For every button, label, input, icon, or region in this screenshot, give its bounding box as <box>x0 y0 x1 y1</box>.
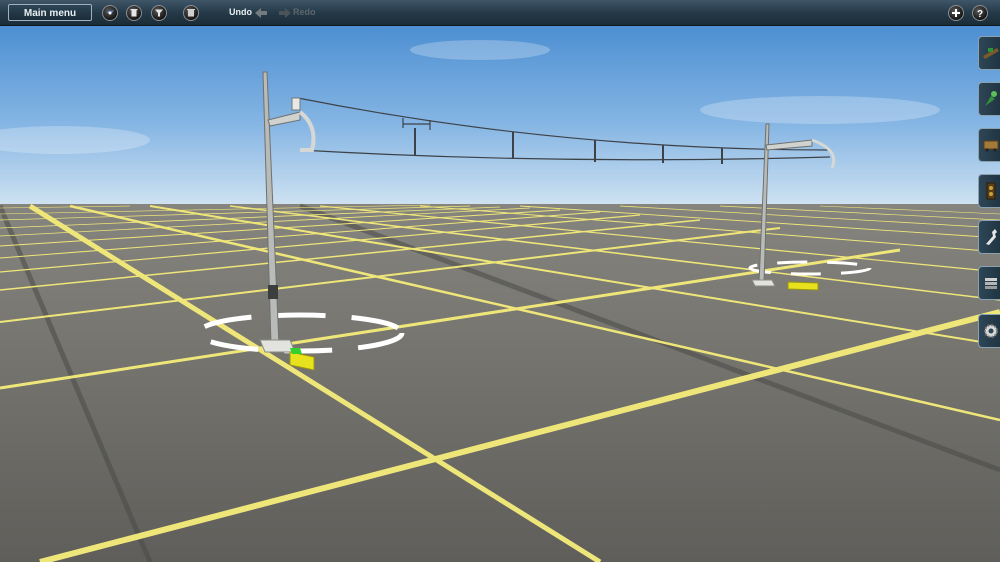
add-icon[interactable] <box>948 5 964 21</box>
settings-tool-tab[interactable] <box>978 314 1000 348</box>
track-tool-tab[interactable] <box>978 36 1000 70</box>
settings-gear-icon <box>984 324 998 338</box>
undo-label[interactable]: Undo <box>229 7 252 17</box>
track-tool-icon <box>983 48 999 59</box>
3d-viewport[interactable] <box>0 0 1000 562</box>
layers-icon <box>985 278 997 289</box>
top-toolbar: Main menu Undo Redo ? <box>0 0 1000 26</box>
undo-arrow-icon[interactable] <box>254 7 268 19</box>
rolling-stock-tab[interactable] <box>978 128 1000 162</box>
objects-tool-tab[interactable] <box>978 82 1000 116</box>
redo-label[interactable]: Redo <box>293 7 316 17</box>
filter-icon[interactable] <box>151 5 167 21</box>
trash-icon[interactable] <box>126 5 142 21</box>
objects-tool-icon <box>985 91 997 106</box>
delete-icon[interactable] <box>183 5 199 21</box>
wrench-tool-tab[interactable] <box>978 220 1000 254</box>
signals-tool-icon <box>986 182 996 200</box>
wrench-icon <box>986 229 997 245</box>
layers-tool-tab[interactable] <box>978 266 1000 300</box>
help-icon[interactable]: ? <box>972 5 988 21</box>
svg-text:?: ? <box>977 9 983 20</box>
rolling-stock-icon <box>983 140 999 152</box>
compass-icon[interactable] <box>102 5 118 21</box>
redo-arrow-icon[interactable] <box>278 7 292 19</box>
signals-tool-tab[interactable] <box>978 174 1000 208</box>
main-menu-button[interactable]: Main menu <box>8 4 92 21</box>
